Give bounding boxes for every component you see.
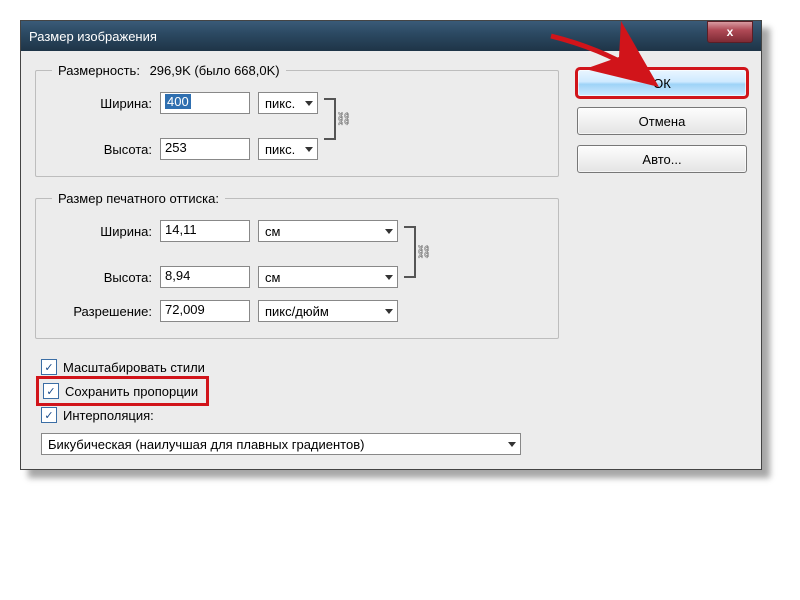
chevron-down-icon [385, 229, 393, 234]
resolution-label: Разрешение: [52, 304, 152, 319]
print-height-unit-select[interactable]: см [258, 266, 398, 288]
chevron-down-icon [385, 275, 393, 280]
scale-styles-checkbox-row[interactable]: ✓ Масштабировать стили [41, 359, 745, 375]
chain-icon: ⛓ [415, 244, 432, 260]
pixel-height-unit-select[interactable]: пикс. [258, 138, 318, 160]
interpolation-label: Интерполяция: [63, 408, 154, 423]
scale-styles-label: Масштабировать стили [63, 360, 205, 375]
checkbox-checked-icon: ✓ [41, 407, 57, 423]
cancel-button[interactable]: Отмена [577, 107, 747, 135]
chevron-down-icon [508, 442, 516, 447]
pixel-dimensions-legend: Размерность: 296,9K (было 668,0K) [52, 63, 286, 78]
print-constrain-link-icon: ⛓ [404, 220, 426, 284]
chevron-down-icon [305, 101, 313, 106]
dialog-title: Размер изображения [29, 29, 157, 44]
print-size-legend: Размер печатного оттиска: [52, 191, 225, 206]
print-height-label: Высота: [52, 270, 152, 285]
close-icon: x [727, 25, 734, 39]
close-button[interactable]: x [707, 21, 753, 43]
pixel-dimensions-group: Размерность: 296,9K (было 668,0K) Ширина… [35, 63, 559, 177]
auto-button[interactable]: Авто... [577, 145, 747, 173]
height-label: Высота: [52, 142, 152, 157]
resolution-unit-select[interactable]: пикс/дюйм [258, 300, 398, 322]
print-width-input[interactable]: 14,11 [160, 220, 250, 242]
constrain-link-icon: ⛓ [324, 92, 346, 146]
constrain-proportions-checkbox-row[interactable]: ✓ Сохранить пропорции [41, 381, 204, 401]
dimensions-summary: 296,9K (было 668,0K) [150, 63, 280, 78]
chevron-down-icon [305, 147, 313, 152]
chevron-down-icon [385, 309, 393, 314]
constrain-proportions-label: Сохранить пропорции [65, 384, 198, 399]
interpolation-checkbox-row[interactable]: ✓ Интерполяция: [41, 407, 745, 423]
checkbox-checked-icon: ✓ [43, 383, 59, 399]
width-label: Ширина: [52, 96, 152, 111]
print-width-label: Ширина: [52, 224, 152, 239]
chain-icon: ⛓ [335, 111, 352, 127]
print-height-input[interactable]: 8,94 [160, 266, 250, 288]
print-size-group: Размер печатного оттиска: Ширина: 14,11 … [35, 191, 559, 339]
pixel-width-unit-select[interactable]: пикс. [258, 92, 318, 114]
interpolation-method-select[interactable]: Бикубическая (наилучшая для плавных град… [41, 433, 521, 455]
image-size-dialog: Размер изображения x Размерность: 296,9K… [20, 20, 762, 470]
checkbox-checked-icon: ✓ [41, 359, 57, 375]
titlebar: Размер изображения x [21, 21, 761, 51]
resolution-input[interactable]: 72,009 [160, 300, 250, 322]
pixel-height-input[interactable]: 253 [160, 138, 250, 160]
pixel-width-input[interactable]: 400 [160, 92, 250, 114]
print-width-unit-select[interactable]: см [258, 220, 398, 242]
ok-button[interactable]: ОК [577, 69, 747, 97]
